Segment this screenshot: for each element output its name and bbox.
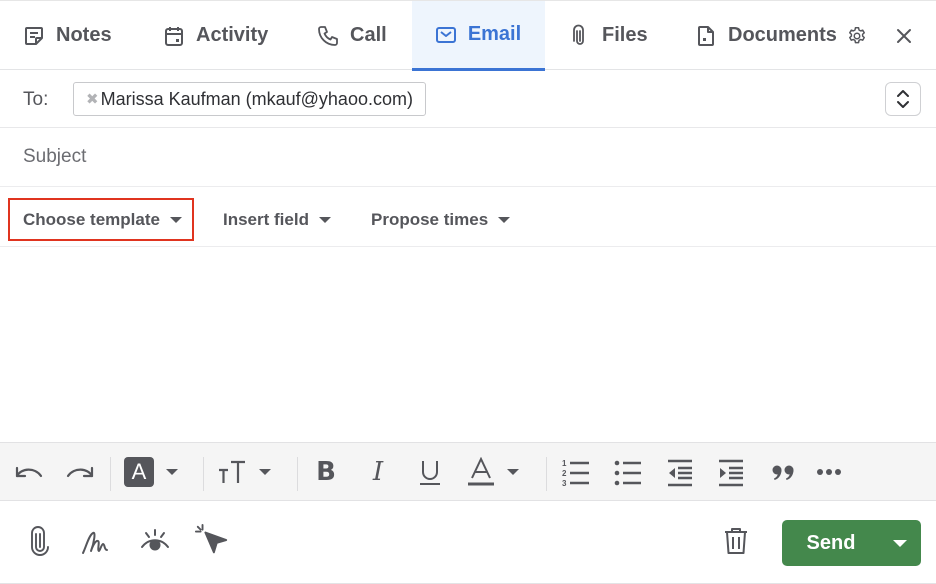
remove-recipient-icon[interactable]: ✖ — [86, 90, 99, 108]
caret-down-icon — [498, 216, 511, 223]
insert-field-dropdown[interactable]: Insert field — [223, 199, 331, 240]
blockquote-button[interactable] — [769, 457, 797, 487]
svg-text:1: 1 — [562, 459, 567, 468]
signature-button[interactable] — [79, 523, 115, 559]
propose-times-label: Propose times — [371, 209, 489, 229]
underline-button[interactable] — [416, 457, 444, 487]
send-button[interactable]: Send — [782, 520, 878, 566]
gear-icon — [849, 27, 865, 44]
tab-label: Email — [467, 23, 522, 45]
propose-times-dropdown[interactable]: Propose times — [371, 199, 511, 240]
signature-icon — [82, 531, 108, 554]
subject-input[interactable] — [23, 128, 913, 186]
click-tracking-icon — [194, 523, 228, 554]
chevron-up-down-icon — [897, 90, 909, 108]
send-options-button[interactable] — [878, 520, 921, 566]
tab-label: Notes — [56, 24, 112, 46]
caret-down-icon — [169, 216, 182, 223]
choose-template-label: Choose template — [23, 209, 160, 229]
quote-icon — [772, 465, 794, 480]
send-button-group: Send — [782, 520, 921, 566]
italic-button[interactable]: I — [364, 457, 392, 487]
indent-button[interactable] — [716, 457, 746, 487]
undo-button[interactable] — [12, 457, 46, 487]
envelope-icon — [435, 26, 456, 43]
outdent-button[interactable] — [665, 457, 695, 487]
tab-notes[interactable]: Notes — [22, 1, 112, 70]
trash-icon — [725, 528, 747, 554]
format-toolbar: A B I 123 — [0, 442, 936, 501]
tab-label: Files — [602, 24, 648, 46]
recipient-label: Marissa Kaufman (mkauf@yhaoo.com) — [100, 88, 413, 109]
notes-icon — [25, 26, 43, 45]
tab-label: Activity — [196, 24, 269, 46]
settings-button[interactable] — [845, 24, 869, 48]
bold-button[interactable]: B — [312, 457, 340, 487]
text-color-button[interactable] — [467, 457, 527, 487]
bold-icon: B — [316, 457, 336, 487]
text-size-button[interactable] — [217, 457, 279, 487]
numbered-list-button[interactable]: 123 — [561, 457, 591, 487]
tab-files[interactable]: Files — [568, 1, 648, 70]
tab-bar: Notes Activity Call Email Files Document… — [0, 0, 936, 71]
email-body-editor[interactable] — [0, 247, 936, 442]
close-icon — [897, 29, 911, 43]
recipient-chip[interactable]: ✖ Marissa Kaufman (mkauf@yhaoo.com) — [73, 82, 426, 116]
paperclip-icon — [573, 24, 584, 45]
more-icon — [817, 469, 841, 475]
outdent-icon — [668, 459, 692, 487]
tab-documents[interactable]: Documents — [694, 1, 837, 70]
insert-field-label: Insert field — [223, 209, 309, 229]
document-icon — [698, 25, 714, 46]
caret-down-icon — [507, 469, 519, 475]
redo-button[interactable] — [63, 457, 97, 487]
tab-label: Call — [350, 24, 387, 46]
tab-call[interactable]: Call — [316, 1, 387, 70]
attach-file-button[interactable] — [22, 523, 58, 559]
text-size-icon — [219, 460, 245, 483]
indent-icon — [719, 459, 743, 487]
link-tracking-button[interactable] — [194, 523, 230, 559]
svg-text:3: 3 — [562, 479, 567, 487]
undo-icon — [15, 466, 43, 478]
redo-icon — [66, 466, 94, 478]
subject-row — [0, 128, 936, 187]
numbered-list-icon: 123 — [562, 459, 589, 487]
phone-icon — [318, 25, 338, 46]
toolbar-divider — [110, 457, 111, 491]
paperclip-icon — [31, 526, 49, 556]
close-button[interactable] — [892, 24, 916, 48]
tracking-eye-icon — [141, 529, 169, 551]
bulleted-list-icon — [614, 460, 641, 486]
toolbar-divider — [297, 457, 298, 491]
toolbar-divider — [546, 457, 547, 491]
bulleted-list-button[interactable] — [613, 457, 643, 487]
tracking-button[interactable] — [137, 523, 173, 559]
caret-down-icon — [892, 539, 907, 547]
italic-icon: I — [372, 457, 384, 487]
to-label: To: — [23, 89, 49, 110]
caret-down-icon — [166, 469, 178, 475]
caret-down-icon — [318, 216, 331, 223]
highlight-color-button[interactable]: A — [124, 457, 186, 487]
template-toolbar: Choose template Insert field Propose tim… — [0, 187, 936, 247]
delete-draft-button[interactable] — [718, 523, 754, 559]
tab-email[interactable]: Email — [412, 1, 545, 71]
choose-template-dropdown[interactable]: Choose template — [8, 198, 194, 241]
toolbar-divider — [203, 457, 204, 491]
highlight-icon: A — [124, 457, 154, 487]
tab-activity[interactable]: Activity — [162, 1, 268, 70]
svg-text:2: 2 — [562, 469, 567, 478]
expand-recipients-button[interactable] — [885, 82, 921, 116]
underline-icon — [420, 461, 440, 485]
more-options-button[interactable] — [815, 457, 843, 487]
calendar-icon — [165, 26, 183, 46]
caret-down-icon — [259, 469, 271, 475]
to-row: To: ✖ Marissa Kaufman (mkauf@yhaoo.com) — [0, 70, 936, 128]
text-color-icon — [468, 457, 494, 486]
tab-label: Documents — [728, 24, 837, 46]
compose-footer: Send — [0, 501, 936, 584]
